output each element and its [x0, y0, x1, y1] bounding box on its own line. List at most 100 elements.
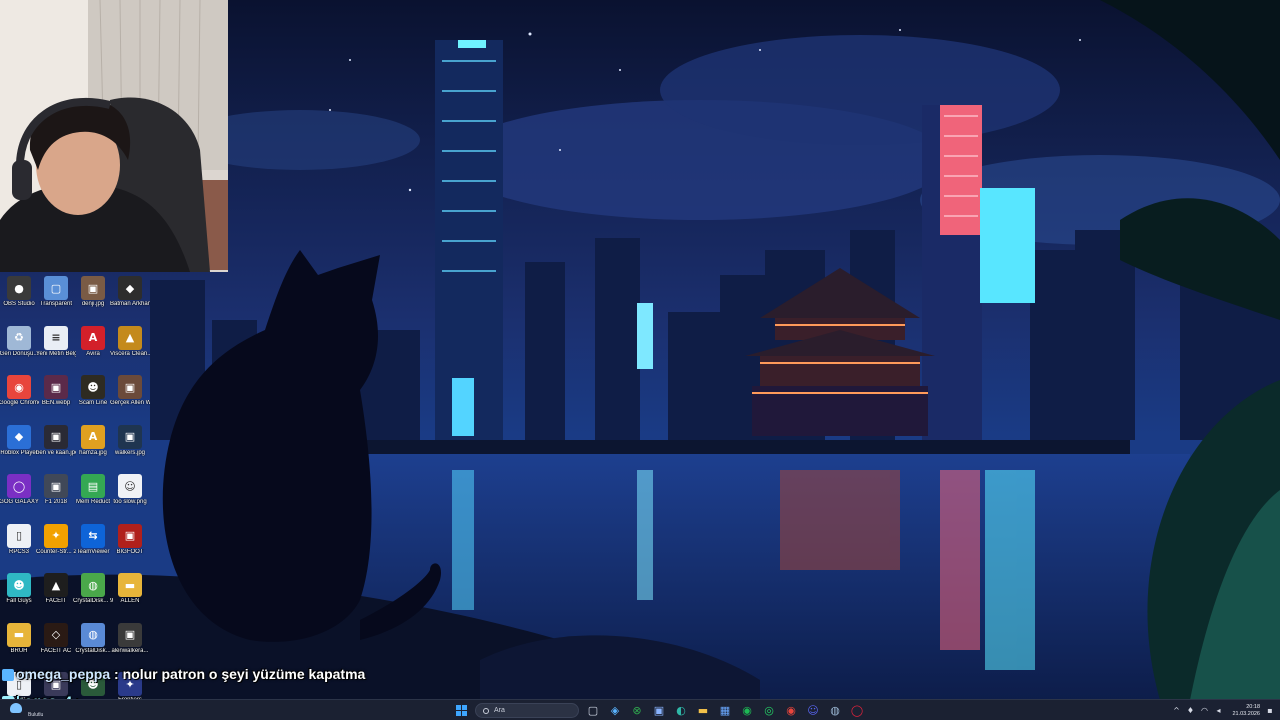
desktop-icon-label: denji.jpg — [81, 301, 105, 307]
desktop-icon[interactable]: ☻ Scam Line — [74, 371, 112, 421]
desktop-icon[interactable]: ◍ CrystalDisk... — [74, 619, 112, 669]
desktop-icon[interactable]: Ahamza.jpg — [74, 421, 112, 471]
app-icon: ♻ — [7, 325, 31, 350]
desktop-icon[interactable]: ▣ denji.jpg — [74, 272, 112, 322]
desktop-icon[interactable]: ♻ Geri Dönüşü... — [0, 322, 38, 372]
desktop-icon[interactable]: ☻ Fall Guys — [0, 569, 38, 619]
app-icon: ▲ — [44, 573, 68, 597]
edge-taskbar-button[interactable]: ◐ — [673, 703, 689, 719]
start-button[interactable] — [453, 703, 469, 719]
whatsapp-taskbar-button[interactable]: ◎ — [761, 703, 777, 719]
desktop-icon-label: Counter-Str... 2 — [36, 548, 76, 555]
app-icon: ◍ — [81, 622, 105, 647]
wifi-icon[interactable]: ◠ — [1200, 706, 1208, 715]
store-taskbar-button[interactable]: ▦ — [717, 703, 733, 719]
app-icon: ▢ — [44, 276, 68, 300]
app-icon: ▣ — [118, 375, 142, 399]
photos-taskbar-button[interactable]: ▣ — [651, 703, 667, 719]
weather-label: Bulutlu — [28, 712, 44, 718]
desktop-icon[interactable]: ▣ alenwalkera... — [111, 619, 149, 669]
clock-date: 21.03.2026 — [1232, 710, 1260, 717]
chrome-taskbar-button[interactable]: ◉ — [783, 703, 799, 719]
spotify-taskbar-button[interactable]: ◉ — [739, 703, 755, 719]
notification-bell-icon[interactable]: ▪ — [1266, 706, 1274, 715]
steam-taskbar-button[interactable]: ◍ — [827, 703, 843, 719]
chat-separator: : — [110, 666, 123, 682]
desktop-icon[interactable]: ≡Yeni Metin Belgesi.txt — [36, 322, 76, 372]
cloud-icon — [10, 703, 22, 713]
desktop-icon[interactable]: ◉ Google Chrome — [0, 371, 39, 421]
desktop-icon[interactable]: ▣ walkers.jpg — [111, 421, 149, 471]
chat-badge-icon — [2, 669, 14, 681]
file-explorer-icon: ▬ — [697, 704, 709, 717]
desktop-icon[interactable]: ▲ FACEIT — [37, 569, 75, 619]
discord-taskbar-button[interactable]: ☺ — [805, 703, 821, 719]
copilot-taskbar-button[interactable]: ◈ — [607, 703, 623, 719]
desktop-icon[interactable]: A Avira — [74, 322, 112, 372]
task-view-taskbar-button[interactable]: ▢ — [585, 703, 601, 719]
desktop-icon-label: Mem Reduct — [75, 499, 110, 505]
desktop-icon[interactable]: ⇆ TeamViewer — [74, 520, 112, 570]
webcam-overlay — [0, 0, 228, 272]
clock[interactable]: 20:18 21.03.2026 — [1232, 704, 1260, 718]
app-icon: ◯ — [7, 474, 31, 498]
chat-message: omega_peppa : nolur patron o şeyi yüzüme… — [16, 666, 365, 682]
xbox-taskbar-button[interactable]: ⊗ — [629, 703, 645, 719]
chevron-up-icon[interactable]: ^ — [1172, 706, 1180, 715]
desktop-icon-label: Batman Arkham C... — [110, 301, 150, 307]
clock-time: 20:18 — [1246, 703, 1260, 710]
app-icon: ▬ — [118, 573, 142, 597]
app-icon: A — [81, 325, 105, 350]
app-icon: ● — [7, 276, 31, 300]
desktop-icon-label: BRUH — [10, 647, 28, 654]
desktop-icon[interactable]: ▬ BRUH — [0, 619, 38, 669]
app-icon: ◆ — [118, 276, 142, 300]
whatsapp-icon: ◎ — [764, 704, 774, 717]
speaker-icon[interactable]: ◂ — [1214, 706, 1222, 715]
app-icon: ✦ — [44, 523, 68, 548]
desktop-icon[interactable]: ▣ben ve kaan.jpeg — [36, 421, 76, 471]
desktop-icon-label: hamza.jpg — [79, 449, 107, 456]
photos-icon: ▣ — [653, 704, 665, 717]
app-icon: ☻ — [7, 573, 31, 597]
taskbar: Bulutlu Ara ▢ ◈ ⊗ ▣ ◐ ▬ ▦ ◉ ◎ ◉ ☺ ◍ ◯ ^ ♦ ◠ ◂ 20:18 … — [0, 699, 1280, 720]
app-icon: ▣ — [44, 474, 68, 498]
desktop-icon[interactable]: ✦ Counter-Str... 2 — [36, 520, 76, 570]
file-explorer-taskbar-button[interactable]: ▬ — [695, 703, 711, 719]
app-icon: ▤ — [81, 474, 105, 498]
pinned-apps: ▢ ◈ ⊗ ▣ ◐ ▬ ▦ ◉ ◎ ◉ ☺ ◍ ◯ — [585, 703, 865, 719]
desktop-icon[interactable]: ▢ Transparent — [37, 272, 75, 322]
desktop-icon-label: walkers.jpg — [114, 449, 145, 456]
desktop-icon[interactable]: ◆ Roblox Player — [0, 421, 38, 471]
app-icon: ▣ — [118, 424, 142, 449]
desktop-icon[interactable]: ● OBS Studio — [0, 272, 38, 322]
desktop-icon-label: Yeni Metin Belgesi.txt — [36, 350, 76, 357]
desktop-icon-label: F1 2018 — [44, 499, 68, 505]
desktop-icon[interactable]: ▣ BIGFOOT — [111, 520, 149, 570]
desktop-icon[interactable]: ◇ FACEIT AC — [37, 619, 75, 669]
desktop-icon[interactable]: ▬ ALLEN — [111, 569, 149, 619]
desktop-icon-label: Gerçek Allen Walker Orij... — [110, 400, 150, 406]
microphone-icon[interactable]: ♦ — [1186, 706, 1194, 715]
desktop-icon-label: RPCS3 — [8, 548, 29, 555]
desktop-icon[interactable]: ▤ Mem Reduct — [74, 470, 112, 520]
desktop-icon[interactable]: ▲ Viscera Clean... — [110, 322, 150, 372]
desktop-icon[interactable]: ▣Gerçek Allen Walker Orij... — [110, 371, 150, 421]
app-icon: ▯ — [7, 523, 31, 548]
search-input[interactable]: Ara — [475, 703, 579, 718]
desktop-icon[interactable]: ◯ GOG GALAXY — [0, 470, 39, 520]
desktop-icon-label: BEN.webp — [41, 400, 71, 406]
desktop-icon[interactable]: ▣ BEN.webp — [37, 371, 75, 421]
desktop-icon[interactable]: ◆Batman Arkham C... — [110, 272, 150, 322]
weather-widget[interactable]: Bulutlu — [6, 702, 50, 719]
app-icon: ▣ — [118, 622, 142, 647]
desktop-icon-label: BIGFOOT — [116, 548, 144, 555]
desktop-icon-label: Scam Line — [78, 400, 108, 406]
desktop-icon-label: OBS Studio — [3, 301, 35, 307]
desktop-icon[interactable]: ▯ RPCS3 — [0, 520, 38, 570]
desktop-icon[interactable]: ▣ F1 2018 — [37, 470, 75, 520]
desktop-icon[interactable]: ☺ too slow.png — [111, 470, 149, 520]
desktop-icon-label: Fall Guys — [6, 598, 32, 604]
desktop-icon[interactable]: ◍ CrystalDisk... 9 — [73, 569, 113, 619]
opera-gx-taskbar-button[interactable]: ◯ — [849, 703, 865, 719]
